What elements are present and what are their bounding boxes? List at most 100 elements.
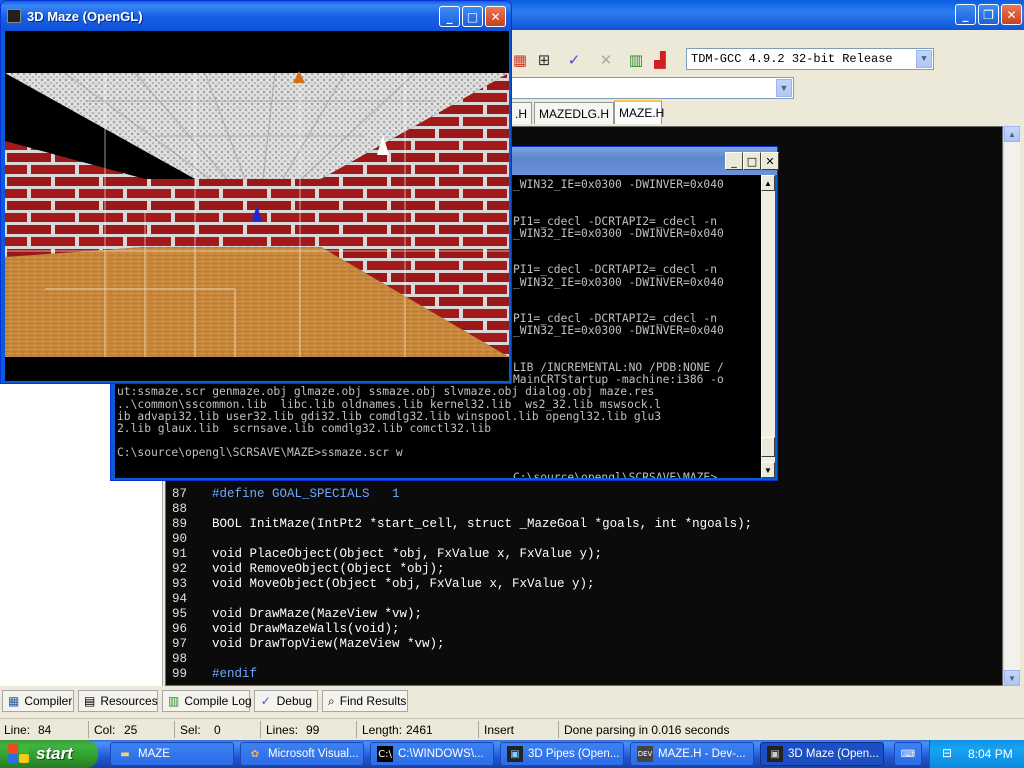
scroll-up-icon[interactable]: ▲ <box>761 175 775 191</box>
console-line: C:\source\opengl\SCRSAVE\MAZE>ssmaze.scr… <box>117 446 403 460</box>
check-icon: ✓ <box>260 694 271 708</box>
minimize-icon[interactable]: _ <box>725 152 743 170</box>
line-code: #endif <box>212 667 258 681</box>
stop-icon[interactable]: ✕ <box>596 50 616 70</box>
bottom-tabs: ▦ Compiler ▤ Resources ▥ Compile Log ✓ Debug… <box>0 688 1024 714</box>
tab-label: Resources <box>100 694 158 708</box>
tab-label: Compile Log <box>184 694 252 708</box>
code-line: 89 BOOL InitMaze(IntPt2 *start_cell, stru… <box>172 517 752 532</box>
taskbar-item-cmd[interactable]: C:\ C:\WINDOWS\... <box>370 742 494 766</box>
console-line: 2.lib glaux.lib scrnsave.lib comdlg32.li… <box>117 422 492 435</box>
maze-titlebar[interactable]: 3D Maze (OpenGL) _ □ ✕ <box>1 1 511 31</box>
start-label: start <box>36 744 73 763</box>
close-icon[interactable]: ✕ <box>761 152 779 170</box>
line-code: void MoveObject(Object *obj, FxValue x, … <box>212 577 595 591</box>
line-number: 95 <box>172 607 188 621</box>
minimize-icon[interactable]: _ <box>439 6 460 27</box>
profile-icon[interactable]: ▟ <box>650 50 670 70</box>
line-number: 98 <box>172 652 188 666</box>
compiler-select[interactable]: TDM-GCC 4.9.2 32-bit Release ▼ <box>686 48 934 70</box>
function-select[interactable]: ▼ <box>510 77 794 99</box>
maze-app-icon <box>7 9 21 23</box>
line-number: 97 <box>172 637 188 651</box>
console-line: _WIN32_IE=0x0300 -DWINVER=0x040 <box>513 178 724 191</box>
line-code: BOOL InitMaze(IntPt2 *start_cell, struct… <box>212 517 753 531</box>
tab-compiler[interactable]: ▦ Compiler <box>2 690 74 712</box>
tab-label: Find Results <box>339 694 407 708</box>
chevron-down-icon[interactable]: ▼ <box>916 50 932 68</box>
task-label: MAZE.H - Dev-... <box>658 748 746 760</box>
tab-resources[interactable]: ▤ Resources <box>78 690 158 712</box>
taskbar-item-3d-maze[interactable]: ▣ 3D Maze (Open... <box>760 742 884 766</box>
compiler-select-value: TDM-GCC 4.9.2 32-bit Release <box>691 52 893 66</box>
maze-scene <box>5 31 509 381</box>
chart-icon[interactable]: ▥ <box>626 50 646 70</box>
windows-logo-icon <box>8 744 30 764</box>
status-length-label: Length: <box>362 723 403 737</box>
cmd-icon: C:\ <box>377 746 393 762</box>
console-line: MainCRTStartup -machine:i386 -o <box>513 373 724 387</box>
code-line: 87 #define GOAL_SPECIALS 1 <box>172 487 400 502</box>
scroll-down-icon[interactable]: ▼ <box>761 462 775 478</box>
line-code: void DrawMaze(MazeView *vw); <box>212 607 423 621</box>
status-col-label: Col: <box>94 723 116 737</box>
editor-scrollbar[interactable]: ▲ ▼ <box>1003 126 1020 686</box>
tab-file-2[interactable]: MAZEDLG.H <box>534 102 614 124</box>
maze-3d-view[interactable] <box>5 31 509 381</box>
tab-file-3[interactable]: MAZE.H <box>614 100 665 124</box>
console-line: _WIN32_IE=0x0300 -DWINVER=0x040 <box>513 226 724 240</box>
minimize-icon[interactable]: _ <box>955 4 976 25</box>
grid-icon[interactable]: ⊞ <box>534 50 554 70</box>
taskbar-item-keyboard[interactable]: ⌨ <box>894 742 922 766</box>
code-line: 90 <box>172 532 212 547</box>
close-icon[interactable]: ✕ <box>1001 4 1022 25</box>
maximize-icon[interactable]: □ <box>743 152 761 170</box>
taskbar-item-devcpp[interactable]: DEV MAZE.H - Dev-... <box>630 742 754 766</box>
tab-label: Compiler <box>24 694 73 708</box>
task-label: 3D Maze (Open... <box>788 748 879 760</box>
console-line: _WIN32_IE=0x0300 -DWINVER=0x040 <box>513 324 724 338</box>
tab-find-results[interactable]: ⌕ Find Results <box>322 690 408 712</box>
tab-compile-log[interactable]: ▥ Compile Log <box>162 690 252 712</box>
code-line: 91 void PlaceObject(Object *obj, FxValue … <box>172 547 602 562</box>
console-line: ib advapi32.lib user32.lib gdi32.lib com… <box>117 409 662 423</box>
status-lines-value: 99 <box>306 723 320 737</box>
scroll-up-icon[interactable]: ▲ <box>1004 126 1020 142</box>
close-icon[interactable]: ✕ <box>485 6 506 27</box>
code-line: 96 void DrawMazeWalls(void); <box>172 622 400 637</box>
line-number: 89 <box>172 517 188 531</box>
system-tray: ⊟ 8:04 PM <box>929 740 1024 768</box>
scroll-thumb[interactable] <box>761 437 775 457</box>
status-message: Done parsing in 0.016 seconds <box>564 723 730 737</box>
scroll-down-icon[interactable]: ▼ <box>1004 670 1020 686</box>
folder-icon: ▬ <box>120 748 130 760</box>
tab-file-1[interactable]: .H <box>510 102 532 124</box>
network-icon[interactable]: ⊟ <box>942 746 952 760</box>
maze-icon: ▣ <box>767 746 783 762</box>
restore-icon[interactable]: ❐ <box>978 4 999 25</box>
check-icon[interactable]: ✓ <box>564 50 584 70</box>
taskbar-item-visual-studio[interactable]: ✿ Microsoft Visual... <box>240 742 364 766</box>
console-scrollbar[interactable]: ▲ ▼ <box>761 175 775 478</box>
console-line: PI1=_cdecl -DCRTAPI2=_cdecl -n <box>513 312 718 326</box>
line-number: 90 <box>172 532 188 546</box>
taskbar-item-3d-pipes[interactable]: ▣ 3D Pipes (Open... <box>500 742 624 766</box>
console-line: _WIN32_IE=0x0300 -DWINVER=0x040 <box>513 275 724 289</box>
taskbar-item-maze-folder[interactable]: ▬ MAZE <box>110 742 234 766</box>
clock[interactable]: 8:04 PM <box>968 747 1013 761</box>
line-code: void RemoveObject(Object *obj); <box>212 562 445 576</box>
task-label: 3D Pipes (Open... <box>528 748 620 760</box>
code-line: 99 #endif <box>172 667 257 682</box>
status-lines-label: Lines: <box>266 723 299 737</box>
chevron-down-icon[interactable]: ▼ <box>776 79 792 97</box>
compile-icon[interactable]: ▦ <box>510 50 530 70</box>
line-number: 92 <box>172 562 188 576</box>
maximize-icon[interactable]: □ <box>462 6 483 27</box>
status-sel-label: Sel: <box>180 723 201 737</box>
line-number: 93 <box>172 577 188 591</box>
maze-window[interactable]: 3D Maze (OpenGL) _ □ ✕ <box>0 0 512 384</box>
tab-label: MAZE.H <box>619 106 665 120</box>
console-line: C:\source\opengl\SCRSAVE\MAZE> <box>513 470 718 478</box>
start-button[interactable]: start <box>0 740 98 768</box>
tab-debug[interactable]: ✓ Debug <box>254 690 318 712</box>
